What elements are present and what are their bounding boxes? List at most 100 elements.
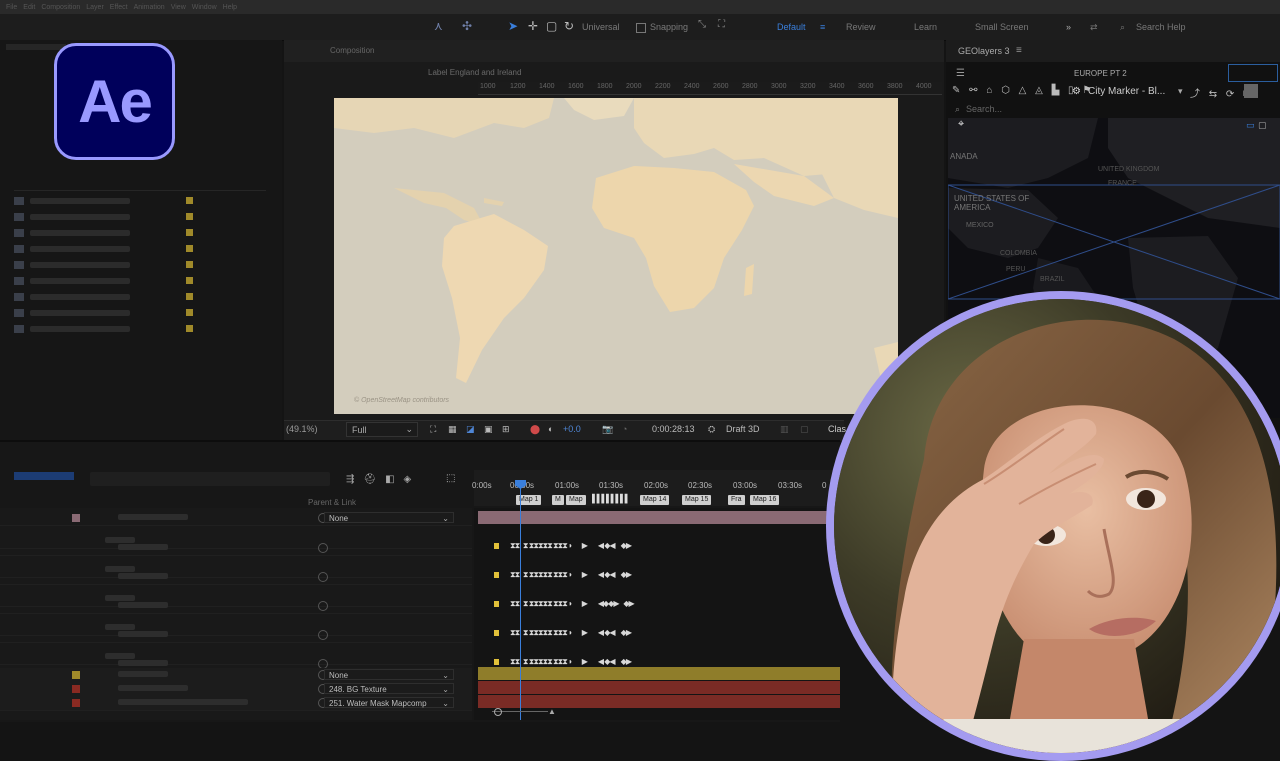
snapshot-icon[interactable]: 📷 [602,424,613,435]
parent-dropdown[interactable]: None ⌄ [324,512,454,523]
geolayers-search[interactable]: Search... [966,104,1002,114]
parent-dropdown[interactable]: 251. Water Mask Mapcomp ⌄ [324,697,454,708]
zoom-slider[interactable]: ▲ [478,707,558,716]
playhead-line[interactable] [520,480,521,720]
sync-icon[interactable]: ⇄ [1090,22,1098,33]
menu-view[interactable]: View [171,4,186,11]
workspace-small-screen[interactable]: Small Screen [975,22,1029,32]
property-row[interactable] [0,599,472,614]
project-item[interactable] [14,276,274,286]
layer-row[interactable]: None ⌄ [0,668,472,683]
menu-help[interactable]: Help [223,4,237,11]
keyframe-group[interactable]: ⧗⧗ ⧗ ⧗⧗⧗⧗⧗ ⧗⧗⧗ ◗ ▶ ◀◆◆▶ ◆▶ [510,599,635,609]
property-row[interactable] [0,628,472,643]
layer-row[interactable]: 248. BG Texture ⌄ [0,682,472,697]
color-channels-icon[interactable]: ⬤ [530,424,540,435]
list-menu-icon[interactable]: ☰ [956,68,965,79]
keyframe[interactable] [494,543,499,549]
mask-visibility-icon[interactable]: ◪ [466,424,475,435]
universal-label[interactable]: Universal [582,22,620,32]
parent-dropdown[interactable]: 248. BG Texture ⌄ [324,683,454,694]
property-row[interactable] [0,541,472,556]
comp-marker[interactable]: M [552,495,564,505]
crosshair-icon[interactable]: ⌖ [958,118,964,131]
workspace-review[interactable]: Review [846,22,876,32]
layer-bar[interactable] [478,511,840,524]
layer-bar[interactable] [478,695,840,708]
project-item[interactable] [14,260,274,270]
camera-icon[interactable]: ▭ [1246,120,1255,131]
comp-marker[interactable]: Map [566,495,586,505]
marker-style-select[interactable]: City Marker - Bl... [1088,86,1165,97]
snapping-checkbox[interactable] [636,23,646,33]
project-item[interactable] [14,228,274,238]
keyframe-group[interactable]: ⧗⧗ ⧗ ⧗⧗⧗⧗⧗ ⧗⧗⧗ ◗ ▶ ◀ ◆◀ ◆▶ [510,657,632,667]
graph-editor-icon[interactable]: ⬚ [446,473,455,484]
comp-marker[interactable]: Map 15 [682,495,712,505]
color-swatch[interactable] [1244,84,1258,98]
guides-icon[interactable]: ▣ [484,424,493,435]
current-time[interactable]: 0:00:28:13 [652,424,695,434]
project-item[interactable] [14,308,274,318]
menu-file[interactable]: File [6,4,17,11]
project-item[interactable] [14,292,274,302]
workspace-menu-icon[interactable]: ≡ [820,22,825,32]
layer-row[interactable]: None ⌄ [0,511,472,526]
keyframe[interactable] [494,630,499,636]
menu-layer[interactable]: Layer [86,4,104,11]
zoom-level[interactable]: (49.1%) [286,424,318,434]
puppet-tool-icon[interactable]: ⋏ [434,19,443,33]
snap-options-icon[interactable]: ⤡ [698,19,706,30]
geolayers-title[interactable]: GEOlayers 3 [958,46,1010,56]
keyframe-group[interactable]: ⧗⧗ ⧗ ⧗⧗⧗⧗⧗ ⧗⧗⧗ ◗ ▶ ◀ ◆◀ ◆▶ [510,541,632,551]
pin-tool-icon[interactable]: ✣ [462,19,472,33]
keyframe[interactable] [494,572,499,578]
draft-3d-icon[interactable]: ⛭ [708,424,715,435]
comp-marker[interactable]: Map 16 [750,495,780,505]
exposure-reset-icon[interactable]: ◐ [548,424,553,434]
draft-3d-toggle[interactable]: Draft 3D [726,424,760,434]
chevron-down-icon[interactable]: ▾ [1178,86,1183,97]
snapping-label[interactable]: Snapping [650,22,688,32]
composition-tab[interactable]: Composition [330,46,374,55]
grid-options-icon[interactable]: ⊞ [502,424,510,435]
search-icon[interactable]: ⌕ [1120,22,1125,33]
more-workspaces-icon[interactable]: » [1066,22,1071,32]
project-tab[interactable] [6,44,66,50]
timeline-search[interactable] [90,472,330,486]
project-item[interactable] [14,212,274,222]
property-row[interactable] [0,570,472,585]
renderer-classic[interactable]: Clas [828,424,846,434]
menu-animation[interactable]: Animation [134,4,165,11]
region-of-interest-icon[interactable]: ⛶ [430,424,436,435]
zoom-in-icon[interactable]: ▲ [548,707,556,716]
transparency-grid-icon[interactable]: ▦ [448,424,457,435]
timeline-current-time[interactable] [14,472,74,480]
rectangle-tool-icon[interactable]: ▢ [546,19,557,33]
rotate-tool-icon[interactable]: ↻ [564,19,574,33]
menu-edit[interactable]: Edit [23,4,35,11]
comp-breadcrumb[interactable]: Label England and Ireland [428,68,521,77]
project-item[interactable] [14,324,274,334]
workspace-learn[interactable]: Learn [914,22,937,32]
comp-marker[interactable]: Fra [728,495,745,505]
layer-bar[interactable] [478,681,840,694]
extended-viewer-icon[interactable]: ▢ [800,424,809,435]
keyframe-group[interactable]: ⧗⧗ ⧗ ⧗⧗⧗⧗⧗ ⧗⧗⧗ ◗ ▶ ◀ ◆◀ ◆▶ [510,628,632,638]
layer-row[interactable]: 251. Water Mask Mapcomp ⌄ [0,696,472,711]
exposure-value[interactable]: +0.0 [563,424,581,434]
keyframe-group[interactable]: ⧗⧗ ⧗ ⧗⧗⧗⧗⧗ ⧗⧗⧗ ◗ ▶ ◀ ◆◀ ◆▶ [510,570,632,580]
search-help-field[interactable]: Search Help [1136,22,1186,32]
comp-marker[interactable]: Map 14 [640,495,670,505]
menu-composition[interactable]: Composition [41,4,80,11]
timeline-switch-icons[interactable]: ⇶⛑◧◈ [346,474,420,485]
keyframe[interactable] [494,601,499,607]
keyframe[interactable] [494,659,499,665]
timeline-tracks[interactable]: ⧗⧗ ⧗ ⧗⧗⧗⧗⧗ ⧗⧗⧗ ◗ ▶ ◀ ◆◀ ◆▶ ⧗⧗ ⧗ ⧗⧗⧗⧗⧗ ⧗⧗… [474,508,840,720]
selection-tool-icon[interactable]: ➤ [508,19,518,33]
menu-effect[interactable]: Effect [110,4,128,11]
panel-menu-icon[interactable]: ≡ [1016,45,1022,56]
project-item[interactable] [14,244,274,254]
project-item[interactable] [14,196,274,206]
parent-dropdown[interactable]: None ⌄ [324,669,454,680]
